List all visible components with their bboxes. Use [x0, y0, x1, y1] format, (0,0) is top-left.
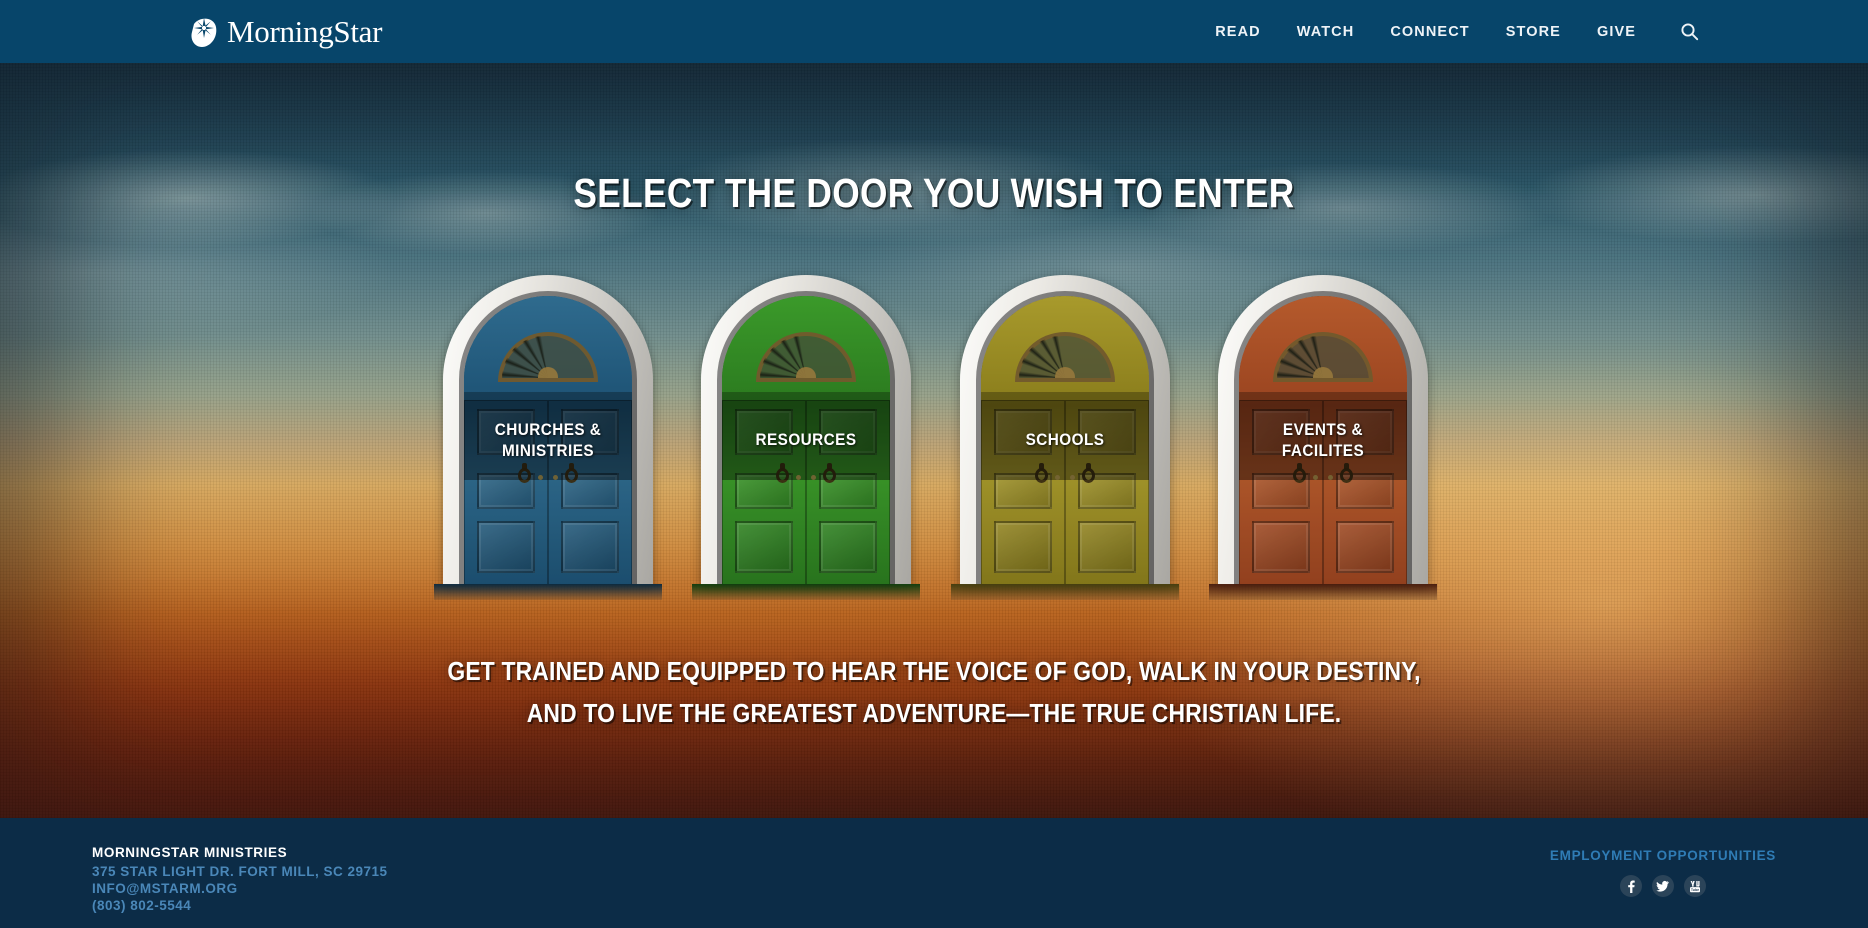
- door-threshold-step: [950, 584, 1179, 600]
- tagline-line-2: AND TO LIVE THE GREATEST ADVENTURE—THE T…: [526, 698, 1342, 728]
- nav-item-give[interactable]: GIVE: [1597, 24, 1636, 40]
- site-footer: MORNINGSTAR MINISTRIES 375 STAR LIGHT DR…: [0, 818, 1868, 928]
- door-fanlight-window: [756, 332, 857, 382]
- door-slab: EVENTS & FACILITES: [1238, 296, 1407, 585]
- door-label-tint: [722, 400, 891, 480]
- svg-text:Tube: Tube: [1691, 888, 1699, 892]
- door-threshold-step: [434, 584, 662, 600]
- footer-contact-block: MORNINGSTAR MINISTRIES 375 STAR LIGHT DR…: [92, 845, 388, 914]
- site-header: MorningStar READ WATCH CONNECT STORE GIV…: [0, 0, 1868, 63]
- nav-item-connect[interactable]: CONNECT: [1390, 24, 1469, 40]
- door-slab: SCHOOLS: [980, 296, 1149, 585]
- door-slab: RESOURCES: [722, 296, 891, 585]
- hero-section: SELECT THE DOOR YOU WISH TO ENTER CHURCH…: [0, 63, 1868, 818]
- door-fanlight-window: [1272, 332, 1373, 382]
- footer-address-line[interactable]: 375 STAR LIGHT DR. FORT MILL, SC 29715: [92, 863, 388, 880]
- door-churches-ministries[interactable]: CHURCHES & MINISTRIES: [434, 275, 662, 600]
- tagline-line-1: GET TRAINED AND EQUIPPED TO HEAR THE VOI…: [447, 656, 1421, 686]
- footer-phone-link[interactable]: (803) 802-5544: [92, 897, 388, 914]
- door-label-tint: [980, 400, 1149, 480]
- door-transom-bar: [1238, 392, 1407, 400]
- nav-item-store[interactable]: STORE: [1506, 24, 1561, 40]
- footer-right-block: EMPLOYMENT OPPORTUNITIES Tube: [1550, 848, 1776, 897]
- door-transom-bar: [464, 392, 632, 400]
- door-resources[interactable]: RESOURCES: [692, 275, 921, 600]
- hero-tagline: GET TRAINED AND EQUIPPED TO HEAR THE VOI…: [112, 650, 1756, 734]
- door-fanlight-window: [1014, 332, 1115, 382]
- youtube-icon[interactable]: Tube: [1683, 875, 1706, 897]
- door-events-facilities[interactable]: EVENTS & FACILITES: [1208, 275, 1437, 600]
- footer-email-link[interactable]: INFO@MSTARM.ORG: [92, 880, 388, 897]
- door-schools[interactable]: SCHOOLS: [950, 275, 1179, 600]
- facebook-icon[interactable]: [1619, 875, 1642, 897]
- twitter-icon[interactable]: [1651, 875, 1674, 897]
- door-selection-row: CHURCHES & MINISTRIES RESOURCES SCHOOLS …: [434, 275, 1437, 600]
- logo-wordmark: MorningStar: [227, 14, 383, 49]
- social-links-row: Tube: [1550, 875, 1776, 897]
- star-comet-icon: [190, 15, 220, 49]
- page-headline: SELECT THE DOOR YOU WISH TO ENTER: [573, 170, 1295, 216]
- door-threshold-step: [692, 584, 921, 600]
- nav-item-read[interactable]: READ: [1215, 24, 1261, 40]
- door-fanlight-window: [498, 332, 598, 382]
- door-transom-bar: [980, 392, 1149, 400]
- door-threshold-step: [1208, 584, 1437, 600]
- main-navigation: READ WATCH CONNECT STORE GIVE: [1215, 21, 1700, 43]
- search-icon[interactable]: [1678, 21, 1700, 43]
- employment-opportunities-link[interactable]: EMPLOYMENT OPPORTUNITIES: [1550, 848, 1776, 863]
- footer-org-name: MORNINGSTAR MINISTRIES: [92, 845, 288, 860]
- door-label-tint: [464, 400, 632, 480]
- door-transom-bar: [722, 392, 891, 400]
- door-label-tint: [1238, 400, 1407, 480]
- site-logo[interactable]: MorningStar: [190, 15, 382, 49]
- door-slab: CHURCHES & MINISTRIES: [464, 296, 632, 585]
- nav-item-watch[interactable]: WATCH: [1297, 24, 1355, 40]
